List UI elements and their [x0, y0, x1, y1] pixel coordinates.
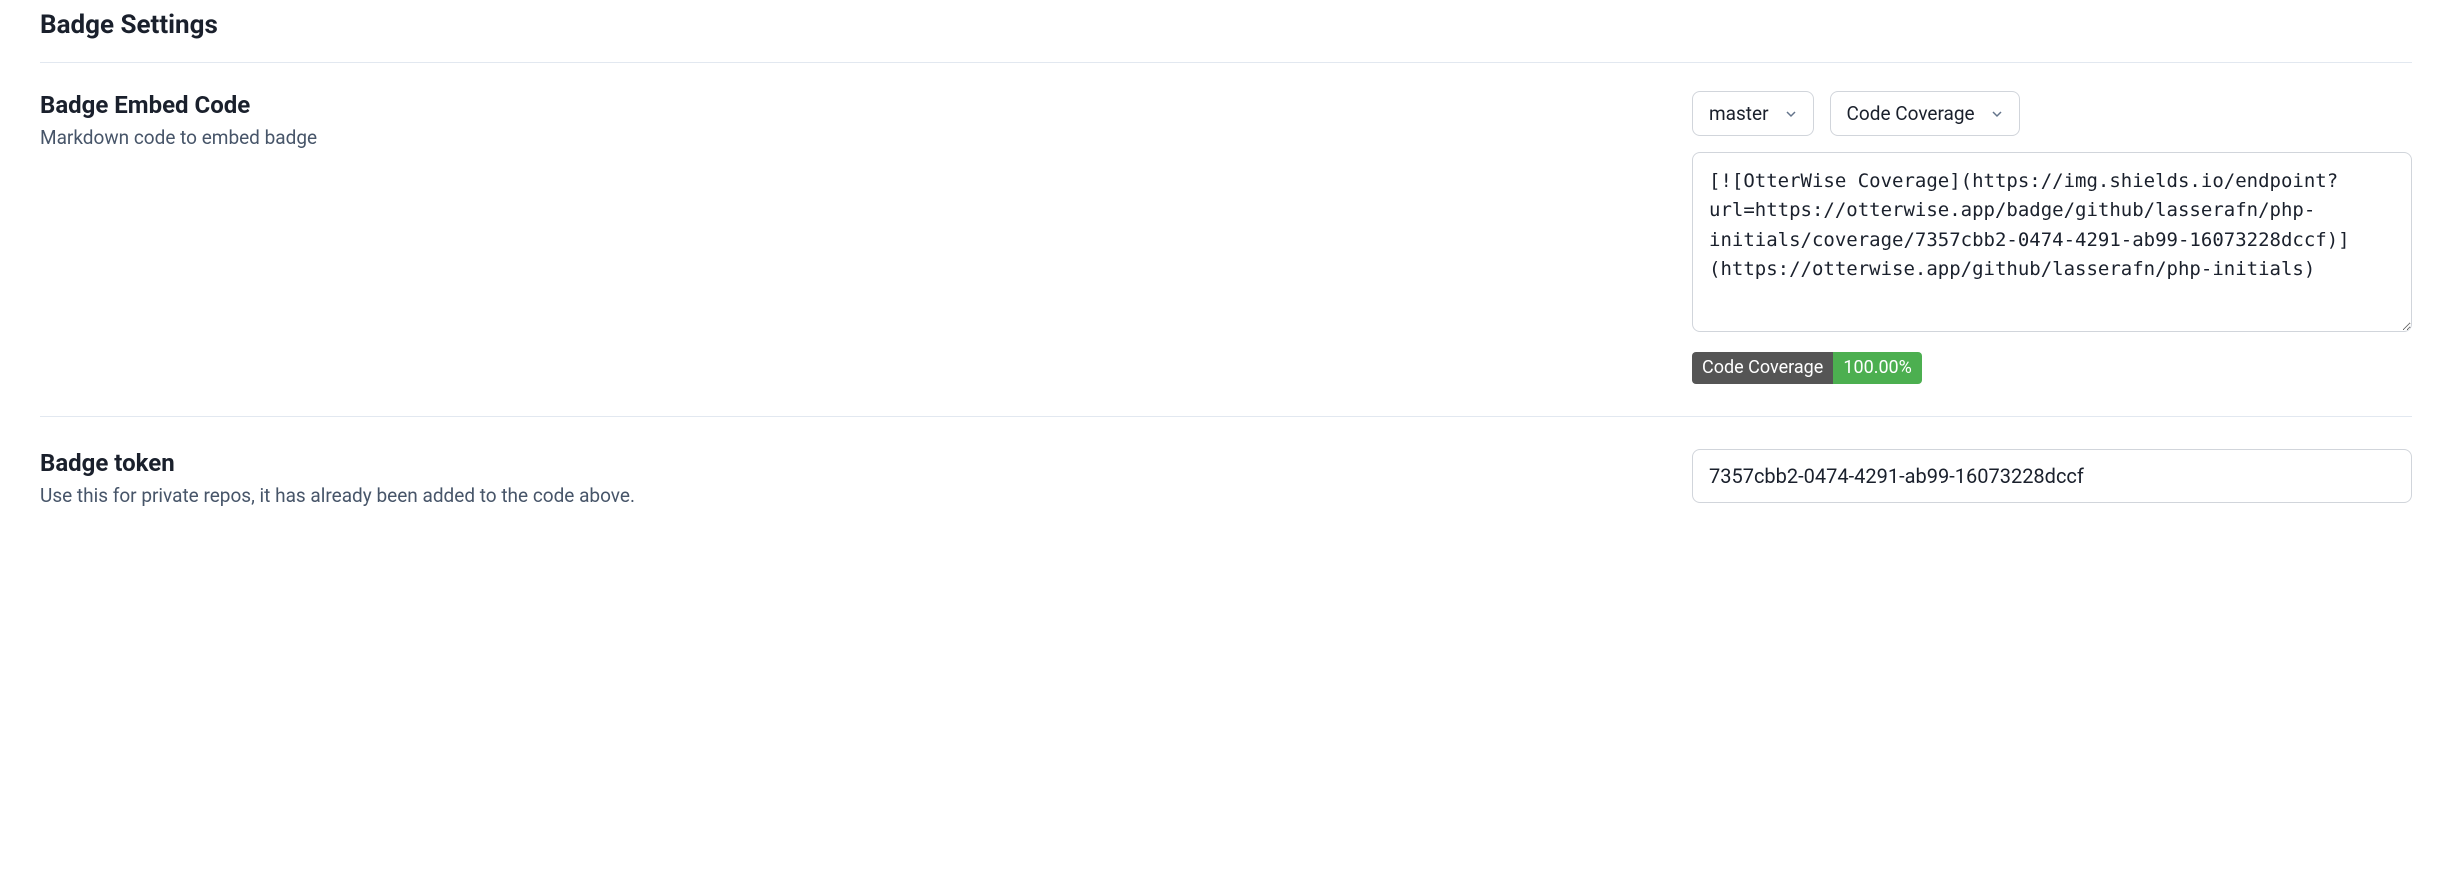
chevron-down-icon: [1783, 106, 1799, 122]
page-title: Badge Settings: [40, 10, 2412, 63]
badge-preview-value: 100.00%: [1833, 352, 1922, 384]
branch-select-value: master: [1709, 102, 1769, 125]
badge-type-select[interactable]: Code Coverage: [1830, 91, 2020, 136]
badge-type-select-value: Code Coverage: [1847, 102, 1975, 125]
badge-token-input[interactable]: [1692, 449, 2412, 503]
token-description: Use this for private repos, it has alrea…: [40, 483, 1652, 510]
embed-heading: Badge Embed Code: [40, 91, 1652, 119]
badge-embed-section: Badge Embed Code Markdown code to embed …: [40, 91, 2412, 416]
badge-preview: Code Coverage 100.00%: [1692, 352, 1922, 384]
embed-code-textarea[interactable]: [1692, 152, 2412, 332]
embed-description: Markdown code to embed badge: [40, 125, 1652, 152]
badge-preview-label: Code Coverage: [1692, 352, 1833, 384]
chevron-down-icon: [1989, 106, 2005, 122]
token-heading: Badge token: [40, 449, 1652, 477]
branch-select[interactable]: master: [1692, 91, 1814, 136]
badge-token-section: Badge token Use this for private repos, …: [40, 416, 2412, 542]
